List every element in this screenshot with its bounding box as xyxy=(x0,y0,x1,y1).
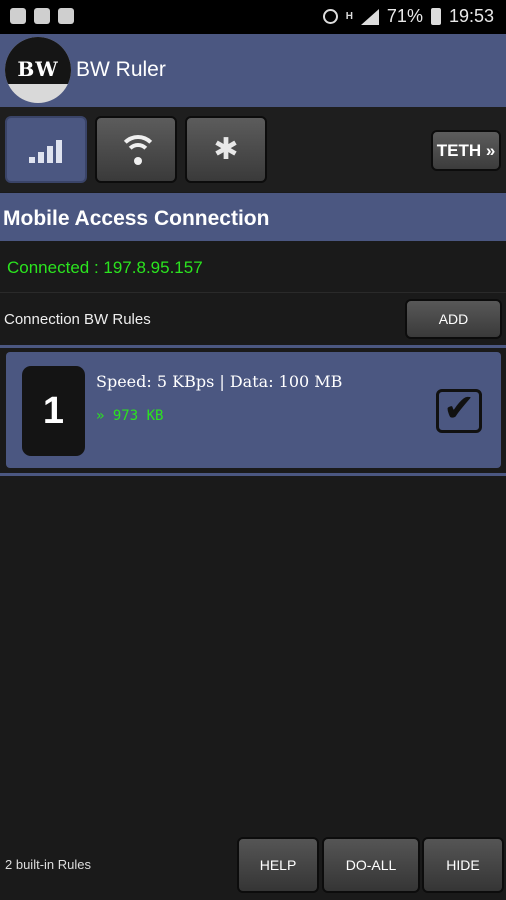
rule-usage: » 973 KB xyxy=(96,408,164,424)
tab-wifi[interactable] xyxy=(95,116,177,183)
hide-button[interactable]: HIDE xyxy=(422,837,504,893)
builtin-rules-label: 2 built-in Rules xyxy=(5,857,91,872)
notification-icon xyxy=(10,8,26,24)
rule-description: Speed: 5 KBps | Data: 100 MB xyxy=(96,372,343,391)
add-rule-button[interactable]: ADD xyxy=(405,299,502,339)
rule-number: 1 xyxy=(22,366,85,456)
rules-header-label: Connection BW Rules xyxy=(4,311,151,328)
tab-bluetooth[interactable]: ✱ xyxy=(185,116,267,183)
status-bar: H 71% 19:53 xyxy=(0,0,506,34)
logo-text: BW xyxy=(17,57,59,81)
notification-icons xyxy=(10,8,74,24)
divider xyxy=(0,345,506,348)
clock: 19:53 xyxy=(448,6,494,26)
battery-percent: 71% xyxy=(386,6,423,26)
do-all-button[interactable]: DO-ALL xyxy=(322,837,420,893)
divider xyxy=(0,473,506,476)
help-button[interactable]: HELP xyxy=(237,837,319,893)
rule-enabled-checkbox[interactable]: ✔ xyxy=(436,386,482,433)
tab-mobile[interactable] xyxy=(5,116,87,183)
bluetooth-icon: ✱ xyxy=(213,132,239,167)
connection-status: Connected : 197.8.95.157 xyxy=(7,258,203,277)
teth-button[interactable]: TETH » xyxy=(431,130,501,171)
app-logo: BW xyxy=(5,37,71,103)
section-title: Mobile Access Connection xyxy=(3,207,270,230)
signal-icon xyxy=(360,8,379,25)
notification-icon xyxy=(34,8,50,24)
wifi-icon xyxy=(118,135,158,165)
checkmark-icon: ✔ xyxy=(443,386,475,430)
alarm-icon xyxy=(322,9,338,24)
divider xyxy=(0,292,506,293)
battery-icon xyxy=(430,8,441,25)
notification-icon xyxy=(58,8,74,24)
signal-bars-icon xyxy=(29,139,69,163)
app-title: BW Ruler xyxy=(76,58,166,81)
network-type-label: H xyxy=(345,10,353,22)
